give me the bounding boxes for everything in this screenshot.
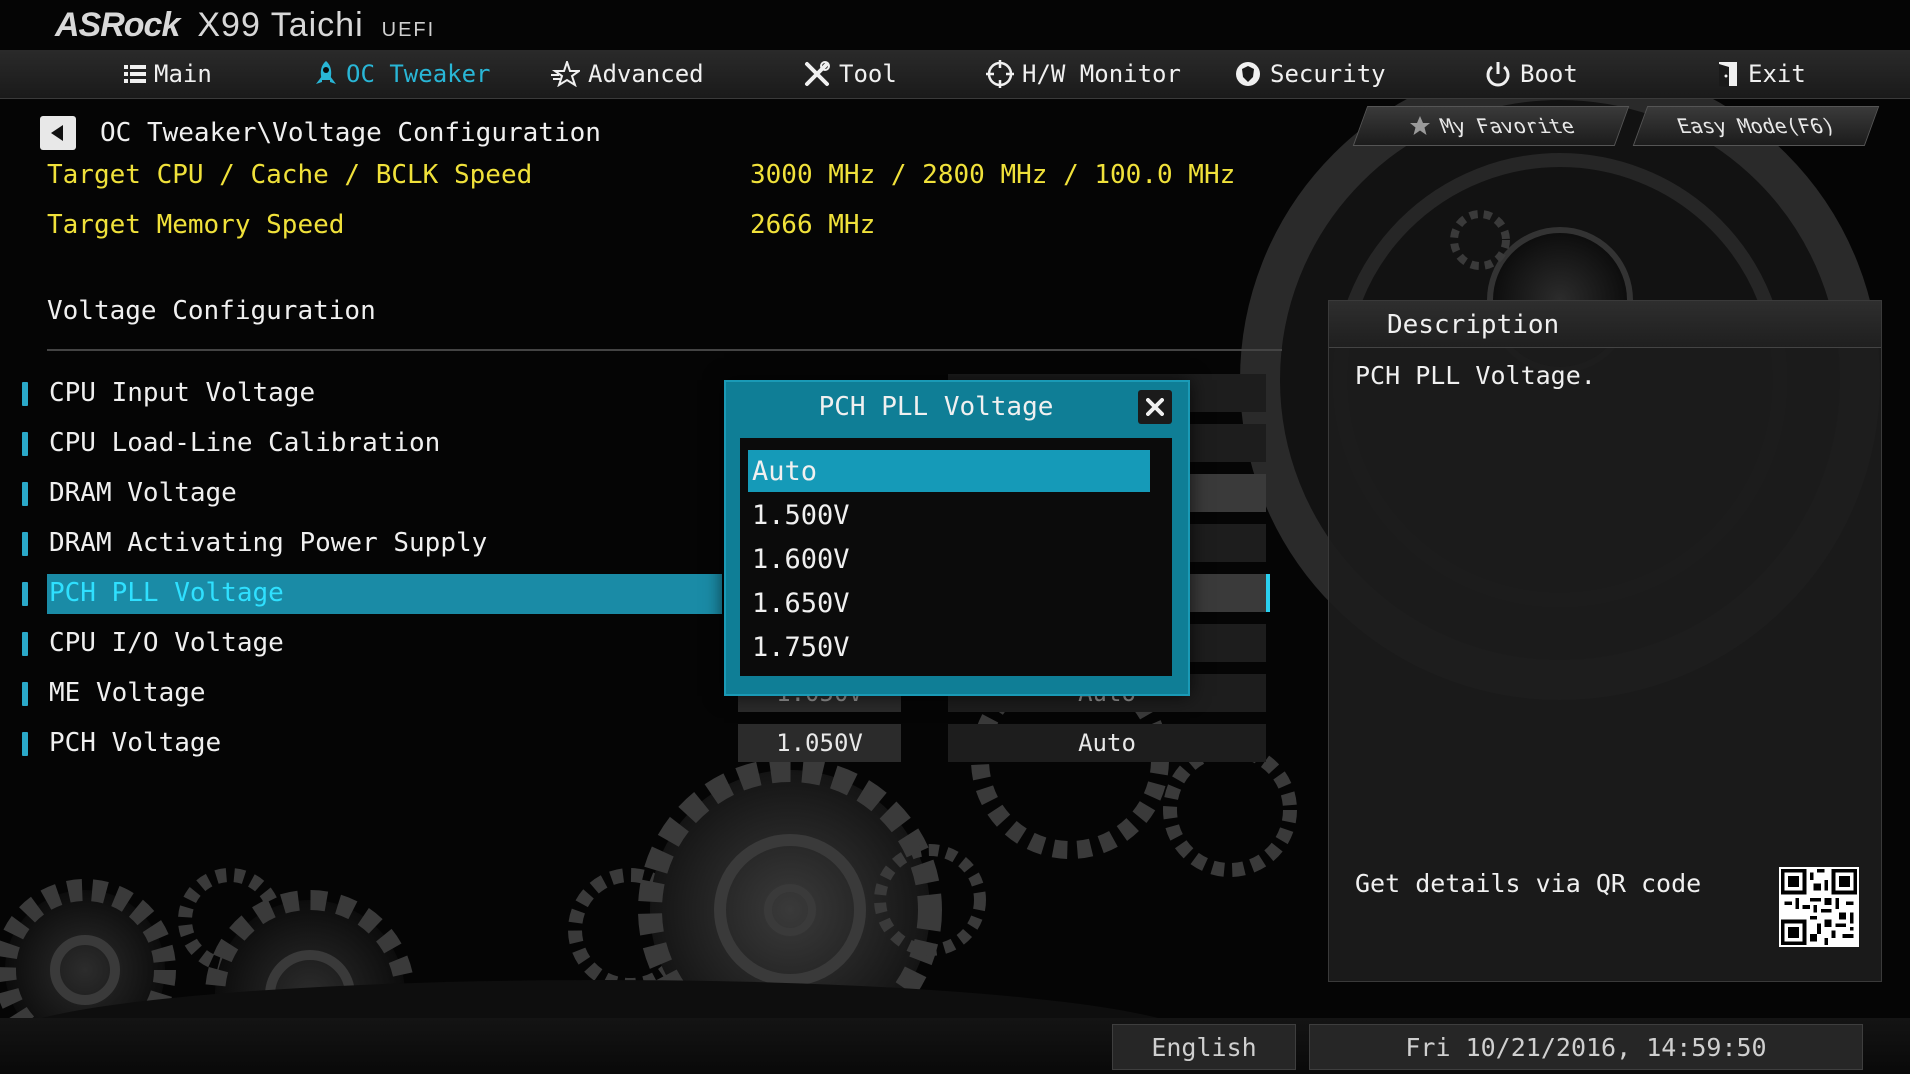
target-cpu-value: 3000 MHz / 2800 MHz / 100.0 MHz <box>750 160 1236 190</box>
tab-hw-monitor-label: H/W Monitor <box>1022 60 1181 88</box>
option-1650v[interactable]: 1.650V <box>748 582 1150 624</box>
target-cpu-label: Target CPU / Cache / BCLK Speed <box>47 160 533 190</box>
my-favorite-label: My Favorite <box>1436 114 1578 138</box>
crosshair-icon <box>986 60 1014 88</box>
pch-pll-voltage-popup: PCH PLL Voltage Auto 1.500V 1.600V 1.650… <box>724 380 1190 696</box>
tab-security-label: Security <box>1270 60 1386 88</box>
setting-value-dropdown[interactable] <box>1190 474 1266 512</box>
main-nav-bar: Main OC Tweaker Advanced Tool H/W Monito… <box>0 50 1910 99</box>
qr-caption: Get details via QR code <box>1355 869 1702 898</box>
tab-advanced[interactable]: Advanced <box>550 50 704 98</box>
shield-icon <box>1236 62 1260 86</box>
setting-value-dropdown[interactable]: Auto <box>948 724 1266 762</box>
description-panel: Description PCH PLL Voltage. Get details… <box>1328 300 1882 982</box>
tab-hw-monitor[interactable]: H/W Monitor <box>986 50 1181 98</box>
datetime-display: Fri 10/21/2016, 14:59:50 <box>1309 1024 1863 1070</box>
setting-current-value: 1.050V <box>738 724 901 762</box>
tab-exit-label: Exit <box>1748 60 1806 88</box>
target-memory-label: Target Memory Speed <box>47 210 345 240</box>
setting-label: PCH PLL Voltage <box>49 578 284 608</box>
tab-main-label: Main <box>154 60 212 88</box>
close-icon <box>1146 398 1164 416</box>
popup-title: PCH PLL Voltage <box>818 392 1054 422</box>
tab-boot[interactable]: Boot <box>1484 50 1578 98</box>
setting-label: PCH Voltage <box>49 728 222 758</box>
quick-buttons: My Favorite Easy Mode(F6) <box>1350 106 1890 146</box>
description-header: Description <box>1329 301 1881 348</box>
setting-label: ME Voltage <box>49 678 206 708</box>
popup-close-button[interactable] <box>1138 390 1172 424</box>
row-bullet <box>22 582 28 606</box>
option-auto[interactable]: Auto <box>748 450 1150 492</box>
tab-main[interactable]: Main <box>124 50 212 98</box>
tab-oc-tweaker[interactable]: OC Tweaker <box>314 50 491 98</box>
easy-mode-button[interactable]: Easy Mode(F6) <box>1632 106 1880 146</box>
option-1600v[interactable]: 1.600V <box>748 538 1150 580</box>
section-divider <box>47 349 1282 351</box>
row-bullet <box>22 732 28 756</box>
row-bullet <box>22 382 28 406</box>
language-button[interactable]: English <box>1112 1024 1296 1070</box>
setting-label: CPU Load-Line Calibration <box>49 428 441 458</box>
target-memory-value: 2666 MHz <box>750 210 876 240</box>
my-favorite-button[interactable]: My Favorite <box>1352 106 1630 146</box>
row-bullet <box>22 682 28 706</box>
setting-pch-voltage[interactable]: PCH Voltage 1.050V Auto <box>0 724 1270 764</box>
setting-label: DRAM Activating Power Supply <box>49 528 488 558</box>
row-bullet <box>22 432 28 456</box>
popup-option-list: Auto 1.500V 1.600V 1.650V 1.750V <box>740 438 1172 676</box>
back-button[interactable] <box>40 116 76 150</box>
tab-security[interactable]: Security <box>1234 50 1386 98</box>
tab-oc-tweaker-label: OC Tweaker <box>346 60 491 88</box>
section-title: Voltage Configuration <box>47 296 376 326</box>
list-icon <box>124 65 146 83</box>
option-1750v[interactable]: 1.750V <box>748 626 1150 668</box>
easy-mode-label: Easy Mode(F6) <box>1673 114 1839 138</box>
row-bullet <box>22 482 28 506</box>
qr-code-icon <box>1779 867 1859 947</box>
power-icon <box>1486 62 1510 87</box>
setting-value-dropdown[interactable] <box>1190 574 1270 612</box>
asrock-logo: ASRock <box>55 6 180 44</box>
uefi-label: UEFI <box>381 19 436 41</box>
star-icon <box>551 61 580 87</box>
tab-exit[interactable]: Exit <box>1716 50 1806 98</box>
description-title: Description <box>1387 310 1560 340</box>
rocket-icon <box>316 61 336 84</box>
tab-advanced-label: Advanced <box>588 60 704 88</box>
row-bullet <box>22 632 28 656</box>
tools-icon <box>805 61 830 86</box>
door-icon <box>1719 62 1737 87</box>
breadcrumb: OC Tweaker\Voltage Configuration <box>100 118 601 148</box>
option-1500v[interactable]: 1.500V <box>748 494 1150 536</box>
brand-header: ASRock X99 Taichi UEFI <box>55 6 435 50</box>
setting-label: CPU Input Voltage <box>49 378 316 408</box>
description-text: PCH PLL Voltage. <box>1355 361 1596 390</box>
favorite-star-icon <box>1409 116 1430 135</box>
row-bullet <box>22 532 28 556</box>
tab-boot-label: Boot <box>1520 60 1578 88</box>
setting-label: CPU I/O Voltage <box>49 628 284 658</box>
tab-tool-label: Tool <box>839 60 897 88</box>
setting-label: DRAM Voltage <box>49 478 237 508</box>
tab-tool[interactable]: Tool <box>803 50 897 98</box>
board-model: X99 Taichi <box>197 6 364 44</box>
